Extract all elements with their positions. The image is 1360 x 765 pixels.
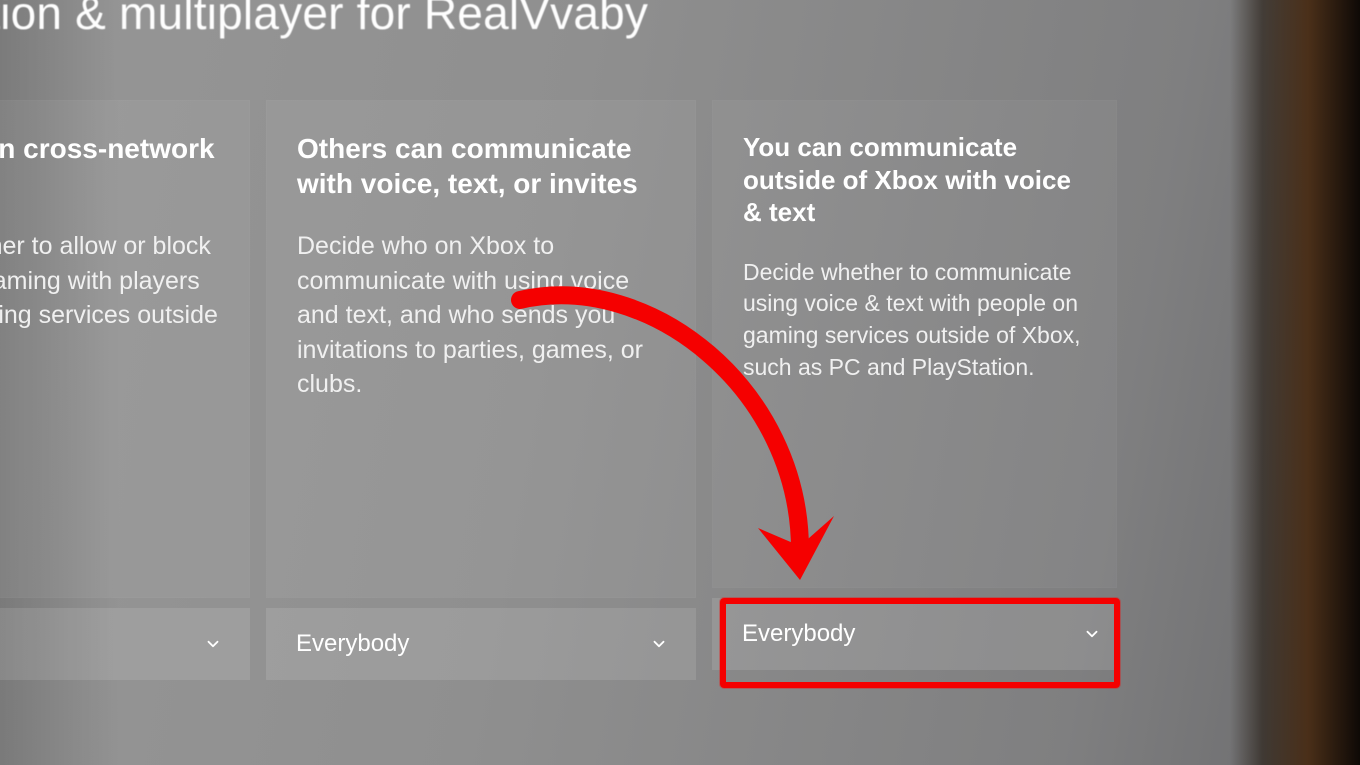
chevron-down-icon <box>1083 625 1101 643</box>
card-gap <box>712 588 1117 598</box>
card-gap <box>266 598 696 608</box>
card-body: Others can communicate with voice, text,… <box>266 100 696 598</box>
card-title: Others can communicate with voice, text,… <box>297 131 665 201</box>
card-gap <box>0 598 250 608</box>
chevron-down-icon <box>650 635 668 653</box>
card-communicate-outside-xbox: You can communicate outside of Xbox with… <box>712 100 1117 670</box>
card-description: Decide whether to communicate using voic… <box>743 257 1086 384</box>
card-cross-network-play: You can join cross-network play Decide w… <box>0 100 250 680</box>
card-title: You can join cross-network play <box>0 131 219 201</box>
card-body: You can join cross-network play Decide w… <box>0 100 250 598</box>
chevron-down-icon <box>204 635 222 653</box>
card-others-communicate: Others can communicate with voice, text,… <box>266 100 696 680</box>
card-body: You can communicate outside of Xbox with… <box>712 100 1117 588</box>
dropdown-value: Everybody <box>296 630 409 658</box>
card-title: You can communicate outside of Xbox with… <box>743 131 1086 229</box>
card-description: Decide whether to allow or block multipl… <box>0 229 219 367</box>
others-communicate-dropdown[interactable]: Everybody <box>266 608 696 680</box>
cross-network-play-dropdown[interactable] <box>0 608 250 680</box>
xbox-privacy-settings-screen: Communication & multiplayer for RealVvab… <box>0 0 1360 765</box>
card-description: Decide who on Xbox to communicate with u… <box>297 229 665 402</box>
page-title: Communication & multiplayer for RealVvab… <box>0 0 648 40</box>
settings-cards-row: You can join cross-network play Decide w… <box>0 100 1117 680</box>
monitor-bezel <box>1230 0 1360 765</box>
communicate-outside-xbox-dropdown[interactable]: Everybody <box>712 598 1117 670</box>
dropdown-value: Everybody <box>742 620 855 648</box>
